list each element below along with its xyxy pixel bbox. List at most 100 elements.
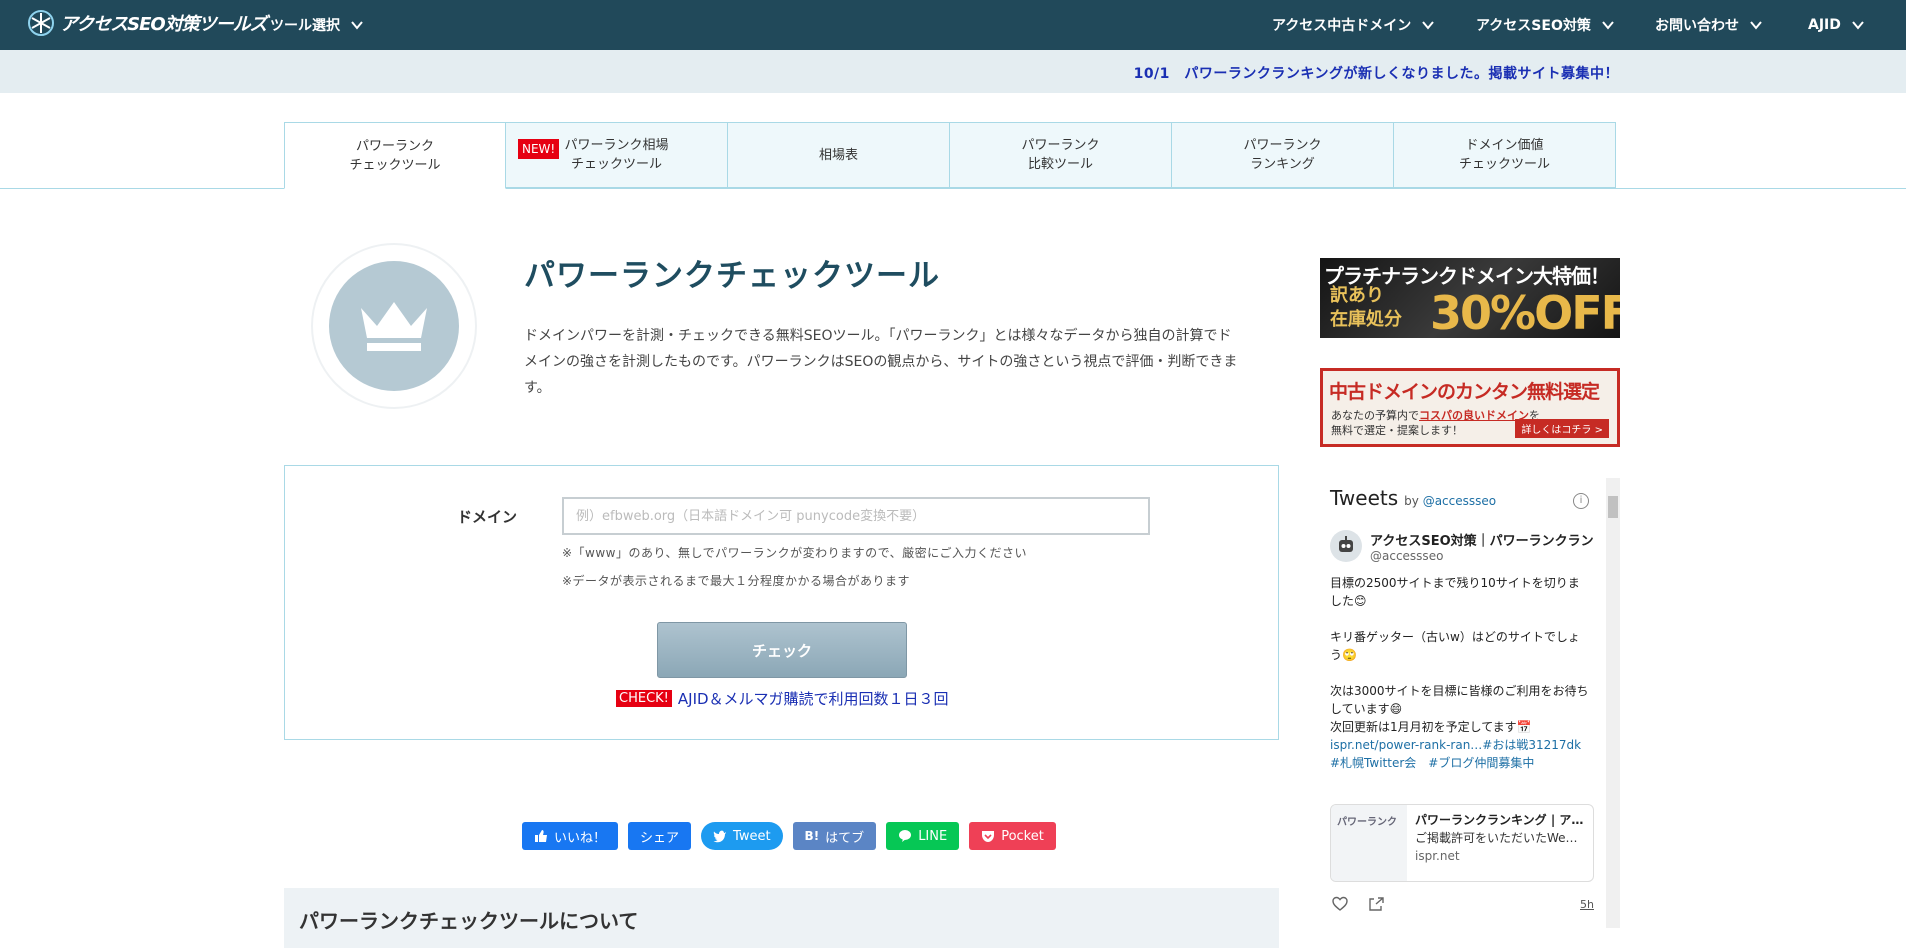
banner1-tag: 訳あり 在庫処分	[1330, 284, 1402, 332]
chevron-down-icon	[351, 21, 363, 30]
free-domain-selection-banner[interactable]: 中古ドメインのカンタン無料選定 あなたの予算内でコスパの良いドメインを 無料で選…	[1320, 368, 1620, 447]
pocket-label: Pocket	[1001, 828, 1044, 844]
banner1-tag-line1: 訳あり	[1330, 285, 1384, 306]
nav-tool-select[interactable]: ツール選択	[270, 0, 364, 50]
card-domain: ispr.net	[1415, 849, 1460, 863]
new-badge: NEW!	[518, 139, 560, 159]
chevron-down-icon	[1852, 21, 1864, 30]
tab-power-rank-market[interactable]: NEW! パワーランク相場 チェックツール	[506, 122, 728, 188]
domain-check-form: ドメイン ※「www」のあり、無しでパワーランクが変わりますので、厳密にご入力く…	[284, 465, 1279, 740]
ajid-promo: CHECK! AJID＆メルマガ購読で利用回数１日３回	[616, 688, 949, 709]
domain-label: ドメイン	[457, 508, 518, 526]
banner2-details-button[interactable]: 詳しくはコチラ >	[1515, 419, 1609, 438]
hatena-icon: B!	[804, 829, 820, 843]
pocket-icon	[982, 831, 995, 842]
banner2-subtext: あなたの予算内でコスパの良いドメインを 無料で選定・提案します！	[1331, 408, 1540, 438]
timeline-scrollbar[interactable]	[1606, 478, 1620, 928]
chevron-down-icon	[1750, 21, 1762, 30]
scrollbar-thumb[interactable]	[1608, 496, 1618, 518]
tab-label: ドメイン価値 チェックツール	[1458, 138, 1550, 172]
crown-badge	[311, 243, 477, 409]
top-navbar: アクセスSEO対策ツールズ ツール選択 アクセス中古ドメイン アクセスSEO対策…	[0, 0, 1906, 50]
line-label: LINE	[918, 828, 948, 844]
www-note: ※「www」のあり、無しでパワーランクが変わりますので、厳密にご入力ください	[562, 546, 1027, 560]
card-description: ご掲載許可をいただいたWe…	[1415, 831, 1578, 845]
tab-label: パワーランク ランキング	[1243, 138, 1322, 172]
nav-contact-label: お問い合わせ	[1655, 18, 1739, 34]
card-body: パワーランクランキング | ア… ご掲載許可をいただいたWe… ispr.net	[1407, 805, 1591, 881]
nav-ajid[interactable]: AJID	[1808, 0, 1865, 50]
tab-domain-value[interactable]: ドメイン価値 チェックツール	[1394, 122, 1616, 188]
site-logo[interactable]: アクセスSEO対策ツールズ	[28, 10, 268, 36]
nav-used-domain[interactable]: アクセス中古ドメイン	[1272, 0, 1435, 50]
ajid-promo-link[interactable]: AJID＆メルマガ購読で利用回数１日３回	[678, 688, 949, 709]
tab-label: パワーランク 比較ツール	[1021, 138, 1100, 172]
banner2-headline: 中古ドメインのカンタン無料選定	[1329, 381, 1600, 403]
tab-power-rank-check[interactable]: パワーランク チェックツール	[284, 122, 506, 189]
nav-seo[interactable]: アクセスSEO対策	[1476, 0, 1615, 50]
card-title: パワーランクランキング | ア…	[1415, 813, 1584, 827]
banner1-discount: 30%OFF	[1430, 286, 1620, 338]
tweets-by: by @accessseo	[1404, 494, 1496, 508]
avatar[interactable]	[1330, 530, 1362, 562]
banner1-tag-line2: 在庫処分	[1330, 309, 1402, 330]
tab-label: パワーランク チェックツール	[349, 138, 441, 173]
twitter-timeline: Tweets by @accessseo i アクセスSEO対策｜パワーランクラ…	[1320, 478, 1620, 928]
nav-contact[interactable]: お問い合わせ	[1655, 0, 1763, 50]
tweets-handle-link[interactable]: @accessseo	[1423, 494, 1496, 508]
tweet-link-card[interactable]: パワーランク パワーランクランキング | ア… ご掲載許可をいただいたWe… i…	[1330, 804, 1594, 882]
line-chat-icon	[899, 830, 912, 842]
nav-used-domain-label: アクセス中古ドメイン	[1272, 18, 1412, 34]
crown-icon	[361, 302, 427, 351]
page-title: パワーランクチェックツール	[524, 258, 940, 294]
about-title: パワーランクチェックツールについて	[299, 909, 639, 933]
tweets-header: Tweets by @accessseo	[1330, 486, 1496, 510]
about-section: パワーランクチェックツールについて	[284, 888, 1279, 948]
banner2-sub-pre: あなたの予算内で	[1331, 409, 1419, 422]
share-label: シェア	[640, 830, 680, 846]
tweet-paragraph: 目標の2500サイトまで残り10サイトを切りました😊	[1330, 576, 1580, 608]
tweet-timestamp[interactable]: 5h	[1580, 898, 1594, 911]
heart-icon[interactable]	[1332, 896, 1348, 912]
share-buttons: いいね！ シェア Tweet B! はてブ LINE Pocket	[522, 822, 1056, 850]
tweet-button[interactable]: Tweet	[701, 822, 783, 850]
platinum-domain-sale-banner[interactable]: プラチナランクドメイン大特価！ 訳あり 在庫処分 30%OFF	[1320, 258, 1620, 338]
tab-compare[interactable]: パワーランク 比較ツール	[950, 122, 1172, 188]
notice-link[interactable]: 10/1 パワーランクランキングが新しくなりました。掲載サイト募集中！	[1134, 63, 1619, 83]
tweet-author[interactable]: アクセスSEO対策｜パワーランクラン @accessseo	[1330, 530, 1594, 563]
chevron-down-icon	[1602, 21, 1614, 30]
tweets-title: Tweets	[1330, 486, 1399, 510]
tweet-links[interactable]: ispr.net/power-rank-ran…#おは戦31217dk #札幌T…	[1330, 736, 1593, 772]
tab-price-table[interactable]: 相場表	[728, 122, 950, 188]
notice-bar: 10/1 パワーランクランキングが新しくなりました。掲載サイト募集中！	[0, 50, 1906, 93]
tweet-paragraph: 次回更新は1月月初を予定してます📅	[1330, 720, 1532, 734]
tab-label: パワーランク相場 チェックツール	[564, 138, 669, 172]
tab-ranking[interactable]: パワーランク ランキング	[1172, 122, 1394, 188]
tweet-author-handle: @accessseo	[1370, 549, 1444, 563]
check-button[interactable]: チェック	[657, 622, 907, 678]
banner2-sub-emphasis: コスパの良いドメイン	[1419, 409, 1529, 422]
snowflake-logo-icon	[28, 10, 54, 36]
info-icon[interactable]: i	[1573, 493, 1589, 509]
tweet-text: 目標の2500サイトまで残り10サイトを切りました😊 キリ番ゲッター（古いw）は…	[1330, 574, 1593, 772]
pocket-button[interactable]: Pocket	[969, 822, 1056, 850]
facebook-share-button[interactable]: シェア	[628, 822, 692, 850]
twitter-bird-icon	[713, 830, 727, 843]
nav-tool-select-label: ツール選択	[270, 18, 340, 34]
line-share-button[interactable]: LINE	[886, 822, 960, 850]
tweet-paragraph: キリ番ゲッター（古いw）はどのサイトでしょう🙄	[1330, 630, 1580, 662]
wait-note: ※データが表示されるまで最大１分程度かかる場合があります	[562, 574, 911, 588]
hatena-label: はてブ	[825, 830, 865, 846]
check-badge: CHECK!	[616, 690, 672, 707]
card-thumbnail: パワーランク	[1331, 805, 1407, 881]
banner2-sub-line2: 無料で選定・提案します！	[1331, 424, 1463, 437]
tab-label: 相場表	[818, 147, 858, 163]
domain-input[interactable]	[562, 497, 1150, 535]
like-label: いいね！	[554, 830, 607, 846]
tweet-label: Tweet	[733, 828, 771, 844]
logo-text: アクセスSEO対策ツールズ	[60, 14, 268, 35]
facebook-like-button[interactable]: いいね！	[522, 822, 619, 850]
tweets-by-text: by	[1404, 494, 1419, 508]
share-icon[interactable]	[1368, 896, 1384, 912]
hatena-bookmark-button[interactable]: B! はてブ	[792, 822, 877, 850]
